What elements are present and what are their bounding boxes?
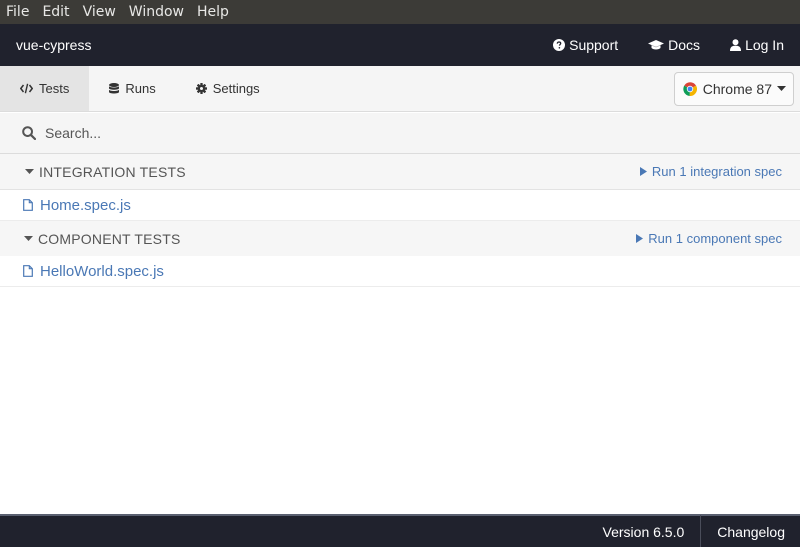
project-name: vue-cypress <box>16 37 92 53</box>
integration-tests-folder[interactable]: INTEGRATION TESTS Run 1 integration spec <box>0 154 800 190</box>
gear-icon <box>195 83 207 94</box>
menu-edit[interactable]: Edit <box>42 0 69 24</box>
chevron-down-icon <box>777 85 786 91</box>
run-integration-specs-button[interactable]: Run 1 integration spec <box>639 164 782 179</box>
login-link[interactable]: Log In <box>730 37 784 53</box>
app-header: vue-cypress Support Docs Log In <box>0 24 800 66</box>
browser-label: Chrome 87 <box>702 80 772 97</box>
version-label[interactable]: Version 6.5.0 <box>603 524 701 540</box>
spec-item[interactable]: Home.spec.js <box>0 190 800 221</box>
docs-link[interactable]: Docs <box>648 37 700 53</box>
folder-title: INTEGRATION TESTS <box>39 163 186 180</box>
tab-runs-label: Runs <box>125 81 156 96</box>
menu-view[interactable]: View <box>83 0 116 24</box>
spec-item[interactable]: HelloWorld.spec.js <box>0 256 800 287</box>
search-input[interactable] <box>45 125 645 141</box>
search-icon <box>22 126 36 140</box>
login-label: Log In <box>745 37 784 53</box>
application-menu-bar: File Edit View Window Help <box>0 0 800 24</box>
spec-name: HelloWorld.spec.js <box>40 262 164 280</box>
run-component-specs-button[interactable]: Run 1 component spec <box>636 231 782 246</box>
tab-tests[interactable]: Tests <box>0 66 90 111</box>
footer-bar: Version 6.5.0 Changelog <box>0 514 800 547</box>
play-icon <box>639 167 647 176</box>
changelog-link[interactable]: Changelog <box>701 524 800 540</box>
support-label: Support <box>569 37 619 53</box>
tabs-spacer <box>280 66 674 111</box>
tab-runs[interactable]: Runs <box>89 66 175 111</box>
support-link[interactable]: Support <box>553 37 618 53</box>
search-bar <box>0 113 800 154</box>
spec-name: Home.spec.js <box>40 196 131 214</box>
graduation-cap-icon <box>648 40 665 50</box>
menu-help[interactable]: Help <box>197 0 229 24</box>
menu-file[interactable]: File <box>6 0 29 24</box>
menu-window[interactable]: Window <box>129 0 184 24</box>
component-tests-folder[interactable]: COMPONENT TESTS Run 1 component spec <box>0 221 800 257</box>
user-icon <box>730 39 742 51</box>
folder-title: COMPONENT TESTS <box>38 230 181 247</box>
code-icon <box>20 83 33 94</box>
tab-settings-label: Settings <box>212 81 260 96</box>
tab-tests-label: Tests <box>39 81 70 96</box>
tab-settings[interactable]: Settings <box>176 66 280 111</box>
tabs-bar: Tests Runs Settings Chrome 87 <box>0 66 800 112</box>
docs-label: Docs <box>668 37 701 53</box>
browser-selector[interactable]: Chrome 87 <box>673 71 794 106</box>
caret-down-icon <box>25 168 34 175</box>
caret-down-icon <box>24 235 33 242</box>
run-integration-label: Run 1 integration spec <box>651 164 782 179</box>
question-circle-icon <box>553 39 566 51</box>
file-icon <box>23 199 33 211</box>
file-icon <box>23 265 33 277</box>
run-component-label: Run 1 component spec <box>648 231 782 246</box>
database-icon <box>109 83 120 94</box>
chrome-icon <box>683 81 697 96</box>
play-icon <box>636 234 644 243</box>
